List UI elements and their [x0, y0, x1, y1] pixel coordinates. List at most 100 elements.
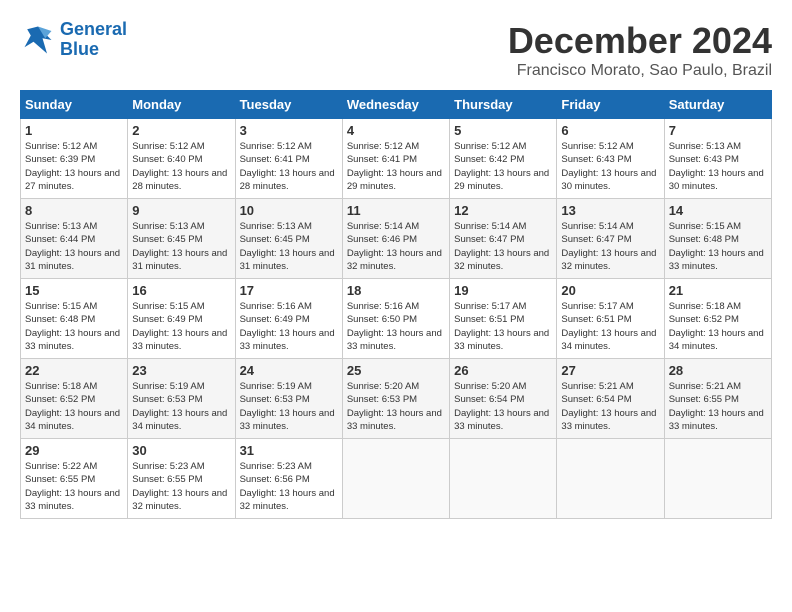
logo-icon — [20, 22, 56, 58]
calendar-cell — [557, 439, 664, 519]
day-number: 18 — [347, 283, 445, 298]
day-info: Sunrise: 5:12 AMSunset: 6:41 PMDaylight:… — [347, 140, 445, 193]
calendar-week-row: 22 Sunrise: 5:18 AMSunset: 6:52 PMDayligh… — [21, 359, 772, 439]
day-number: 8 — [25, 203, 123, 218]
day-number: 17 — [240, 283, 338, 298]
calendar-cell — [450, 439, 557, 519]
calendar-cell: 17Sunrise: 5:16 AMSunset: 6:49 PMDayligh… — [235, 279, 342, 359]
day-number: 31 — [240, 443, 338, 458]
day-info: Sunrise: 5:18 AMSunset: 6:52 PMDaylight:… — [25, 380, 123, 433]
day-number: 24 — [240, 363, 338, 378]
calendar-cell: 8 Sunrise: 5:13 AMSunset: 6:44 PMDaylight… — [21, 199, 128, 279]
day-info: Sunrise: 5:12 AMSunset: 6:39 PMDaylight:… — [25, 140, 123, 193]
calendar-header: SundayMondayTuesdayWednesdayThursdayFrid… — [21, 91, 772, 119]
day-number: 4 — [347, 123, 445, 138]
day-number: 28 — [669, 363, 767, 378]
day-number: 5 — [454, 123, 552, 138]
location-title: Francisco Morato, Sao Paulo, Brazil — [508, 62, 772, 80]
day-number: 21 — [669, 283, 767, 298]
calendar-cell: 20 Sunrise: 5:17 AMSunset: 6:51 PMDayligh… — [557, 279, 664, 359]
logo-text: General Blue — [60, 20, 127, 60]
day-number: 29 — [25, 443, 123, 458]
calendar-cell: 10 Sunrise: 5:13 AMSunset: 6:45 PMDayligh… — [235, 199, 342, 279]
day-info: Sunrise: 5:12 AMSunset: 6:40 PMDaylight:… — [132, 140, 230, 193]
calendar-cell: 30 Sunrise: 5:23 AMSunset: 6:55 PMDayligh… — [128, 439, 235, 519]
day-number: 25 — [347, 363, 445, 378]
calendar-cell: 4 Sunrise: 5:12 AMSunset: 6:41 PMDaylight… — [342, 119, 449, 199]
weekday-header: Monday — [128, 91, 235, 119]
weekday-header: Friday — [557, 91, 664, 119]
day-number: 22 — [25, 363, 123, 378]
day-info: Sunrise: 5:14 AMSunset: 6:47 PMDaylight:… — [454, 220, 552, 273]
day-info: Sunrise: 5:21 AMSunset: 6:55 PMDaylight:… — [669, 380, 767, 433]
day-info: Sunrise: 5:13 AMSunset: 6:44 PMDaylight:… — [25, 220, 123, 273]
day-number: 27 — [561, 363, 659, 378]
calendar-cell: 2 Sunrise: 5:12 AMSunset: 6:40 PMDaylight… — [128, 119, 235, 199]
day-number: 14 — [669, 203, 767, 218]
day-info: Sunrise: 5:12 AMSunset: 6:41 PMDaylight:… — [240, 140, 338, 193]
day-info: Sunrise: 5:13 AMSunset: 6:43 PMDaylight:… — [669, 140, 767, 193]
day-info: Sunrise: 5:19 AMSunset: 6:53 PMDaylight:… — [240, 380, 338, 433]
calendar-cell: 7 Sunrise: 5:13 AMSunset: 6:43 PMDaylight… — [664, 119, 771, 199]
day-info: Sunrise: 5:14 AMSunset: 6:46 PMDaylight:… — [347, 220, 445, 273]
day-info: Sunrise: 5:20 AMSunset: 6:53 PMDaylight:… — [347, 380, 445, 433]
calendar-cell: 12 Sunrise: 5:14 AMSunset: 6:47 PMDayligh… — [450, 199, 557, 279]
day-info: Sunrise: 5:21 AMSunset: 6:54 PMDaylight:… — [561, 380, 659, 433]
calendar-week-row: 8 Sunrise: 5:13 AMSunset: 6:44 PMDaylight… — [21, 199, 772, 279]
month-title: December 2024 — [508, 20, 772, 62]
day-number: 30 — [132, 443, 230, 458]
day-number: 13 — [561, 203, 659, 218]
header-row: SundayMondayTuesdayWednesdayThursdayFrid… — [21, 91, 772, 119]
calendar-week-row: 15 Sunrise: 5:15 AMSunset: 6:48 PMDayligh… — [21, 279, 772, 359]
calendar-cell: 27 Sunrise: 5:21 AMSunset: 6:54 PMDayligh… — [557, 359, 664, 439]
calendar-cell: 15 Sunrise: 5:15 AMSunset: 6:48 PMDayligh… — [21, 279, 128, 359]
calendar-cell: 28 Sunrise: 5:21 AMSunset: 6:55 PMDayligh… — [664, 359, 771, 439]
day-number: 6 — [561, 123, 659, 138]
calendar-cell: 13 Sunrise: 5:14 AMSunset: 6:47 PMDayligh… — [557, 199, 664, 279]
calendar-cell: 19Sunrise: 5:17 AMSunset: 6:51 PMDayligh… — [450, 279, 557, 359]
day-info: Sunrise: 5:23 AMSunset: 6:55 PMDaylight:… — [132, 460, 230, 513]
calendar-cell: 11 Sunrise: 5:14 AMSunset: 6:46 PMDayligh… — [342, 199, 449, 279]
calendar-cell: 16 Sunrise: 5:15 AMSunset: 6:49 PMDayligh… — [128, 279, 235, 359]
page-header: General Blue December 2024 Francisco Mor… — [20, 20, 772, 80]
calendar-cell: 22 Sunrise: 5:18 AMSunset: 6:52 PMDayligh… — [21, 359, 128, 439]
calendar-cell: 6Sunrise: 5:12 AMSunset: 6:43 PMDaylight… — [557, 119, 664, 199]
calendar-cell: 23Sunrise: 5:19 AMSunset: 6:53 PMDayligh… — [128, 359, 235, 439]
day-info: Sunrise: 5:15 AMSunset: 6:49 PMDaylight:… — [132, 300, 230, 353]
day-number: 10 — [240, 203, 338, 218]
day-info: Sunrise: 5:12 AMSunset: 6:42 PMDaylight:… — [454, 140, 552, 193]
calendar-week-row: 1 Sunrise: 5:12 AMSunset: 6:39 PMDaylight… — [21, 119, 772, 199]
logo: General Blue — [20, 20, 127, 60]
day-number: 3 — [240, 123, 338, 138]
day-number: 1 — [25, 123, 123, 138]
day-info: Sunrise: 5:17 AMSunset: 6:51 PMDaylight:… — [454, 300, 552, 353]
day-info: Sunrise: 5:17 AMSunset: 6:51 PMDaylight:… — [561, 300, 659, 353]
day-info: Sunrise: 5:19 AMSunset: 6:53 PMDaylight:… — [132, 380, 230, 433]
calendar-cell: 14 Sunrise: 5:15 AMSunset: 6:48 PMDayligh… — [664, 199, 771, 279]
day-info: Sunrise: 5:15 AMSunset: 6:48 PMDaylight:… — [669, 220, 767, 273]
calendar-cell: 5 Sunrise: 5:12 AMSunset: 6:42 PMDaylight… — [450, 119, 557, 199]
day-info: Sunrise: 5:20 AMSunset: 6:54 PMDaylight:… — [454, 380, 552, 433]
day-info: Sunrise: 5:18 AMSunset: 6:52 PMDaylight:… — [669, 300, 767, 353]
day-number: 12 — [454, 203, 552, 218]
day-number: 11 — [347, 203, 445, 218]
day-number: 7 — [669, 123, 767, 138]
weekday-header: Wednesday — [342, 91, 449, 119]
calendar-cell: 31 Sunrise: 5:23 AMSunset: 6:56 PMDayligh… — [235, 439, 342, 519]
day-number: 20 — [561, 283, 659, 298]
calendar-cell: 29 Sunrise: 5:22 AMSunset: 6:55 PMDayligh… — [21, 439, 128, 519]
day-number: 15 — [25, 283, 123, 298]
day-info: Sunrise: 5:22 AMSunset: 6:55 PMDaylight:… — [25, 460, 123, 513]
day-info: Sunrise: 5:13 AMSunset: 6:45 PMDaylight:… — [240, 220, 338, 273]
day-number: 26 — [454, 363, 552, 378]
calendar-week-row: 29 Sunrise: 5:22 AMSunset: 6:55 PMDayligh… — [21, 439, 772, 519]
calendar-cell — [664, 439, 771, 519]
day-info: Sunrise: 5:23 AMSunset: 6:56 PMDaylight:… — [240, 460, 338, 513]
day-info: Sunrise: 5:13 AMSunset: 6:45 PMDaylight:… — [132, 220, 230, 273]
day-number: 16 — [132, 283, 230, 298]
day-number: 2 — [132, 123, 230, 138]
day-info: Sunrise: 5:15 AMSunset: 6:48 PMDaylight:… — [25, 300, 123, 353]
calendar-cell: 18Sunrise: 5:16 AMSunset: 6:50 PMDayligh… — [342, 279, 449, 359]
weekday-header: Tuesday — [235, 91, 342, 119]
day-info: Sunrise: 5:14 AMSunset: 6:47 PMDaylight:… — [561, 220, 659, 273]
